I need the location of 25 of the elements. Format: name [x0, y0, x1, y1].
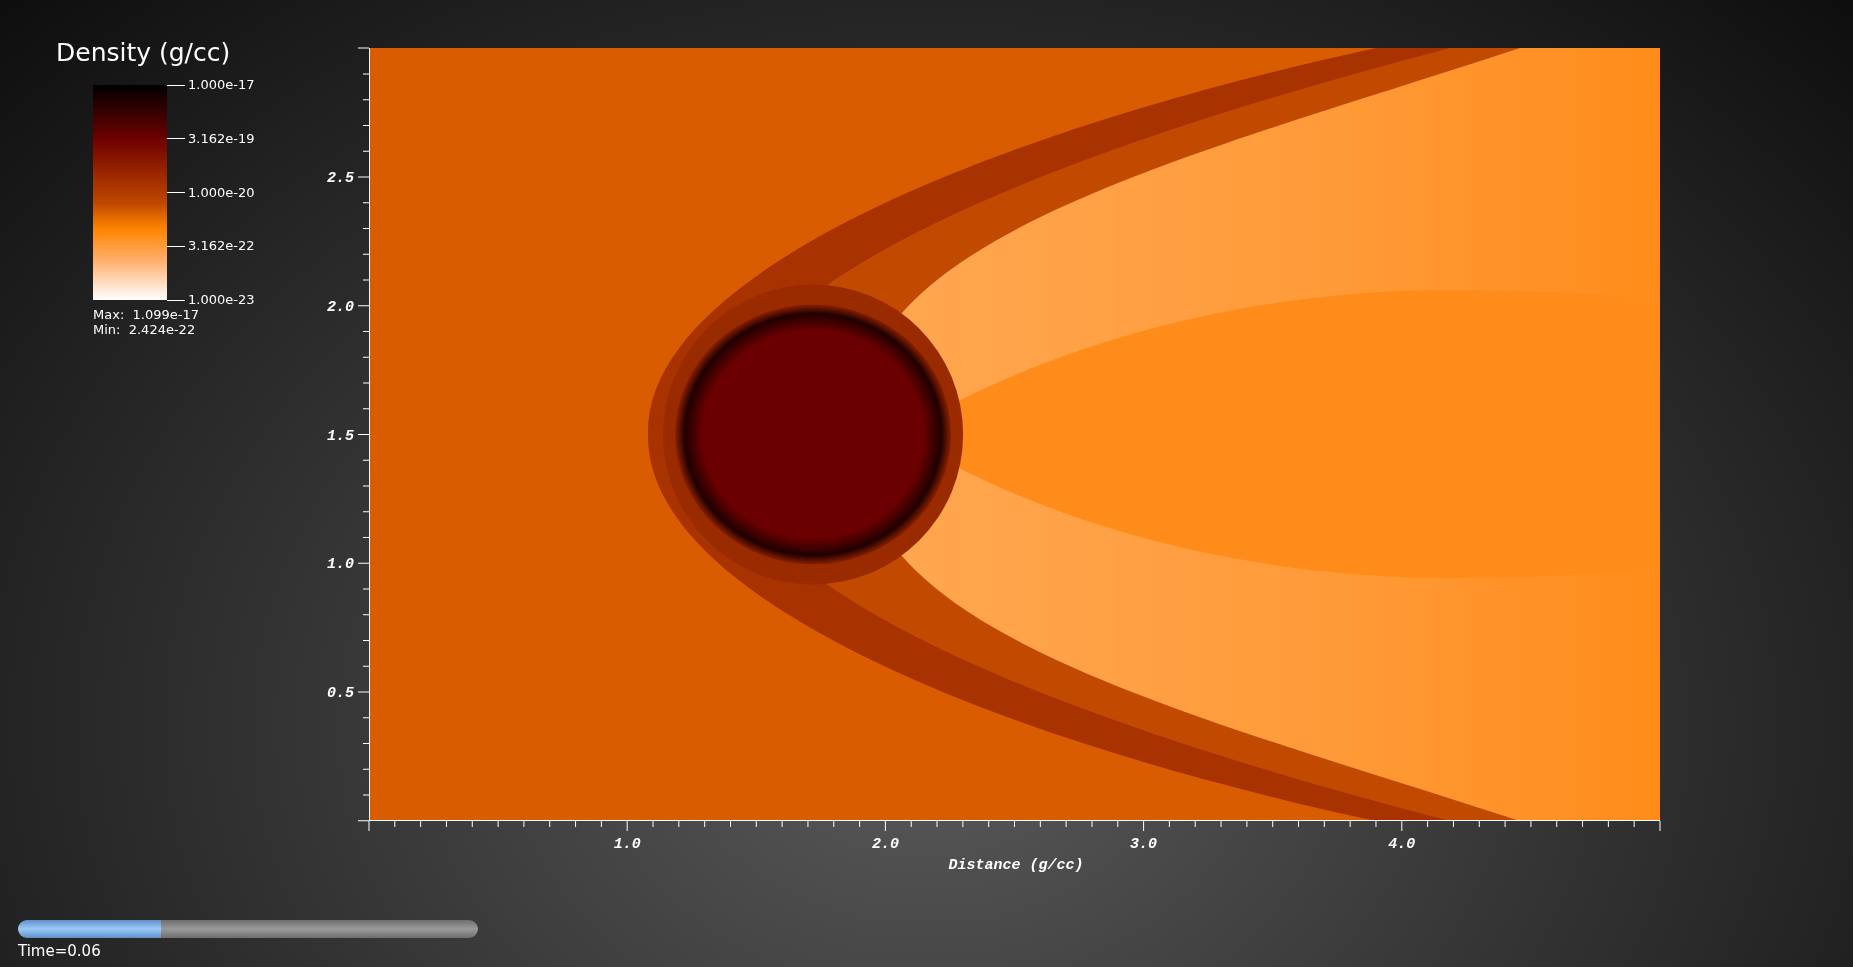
y-tick-label: 2.0 [327, 298, 354, 316]
colorbar-tick [167, 299, 185, 301]
x-tick-label: 2.0 [871, 836, 899, 853]
time-label: Time=0.06 [18, 941, 102, 961]
time-slider[interactable] [18, 920, 478, 938]
colorbar-tick [167, 245, 185, 247]
legend-title: Density (g/cc) [56, 38, 232, 68]
y-tick-label: 1.5 [327, 427, 354, 445]
y-tick-label: 1.0 [327, 556, 354, 574]
x-tick-label: 1.0 [613, 836, 641, 853]
legend-max: Max: 1.099e-17 [93, 307, 200, 322]
colorbar-label: 3.162e-19 [188, 131, 255, 146]
colorbar-tick [167, 192, 185, 193]
x-axis-title: Distance (g/cc) [948, 857, 1084, 874]
legend-min: Min: 2.424e-22 [93, 322, 197, 337]
colorbar-label: 1.000e-23 [188, 293, 255, 307]
colorbar-tick [167, 138, 185, 140]
x-tick-label: 4.0 [1388, 836, 1416, 853]
colorbar-tick [167, 84, 185, 86]
y-tick-label: 0.5 [327, 685, 354, 702]
colorbar-label: 1.000e-17 [188, 78, 255, 92]
x-tick-label: 3.0 [1130, 836, 1158, 853]
colorbar-label: 1.000e-20 [188, 185, 255, 200]
colorbar-label: 3.162e-22 [188, 239, 255, 254]
y-tick-label: 2.5 [327, 170, 354, 187]
